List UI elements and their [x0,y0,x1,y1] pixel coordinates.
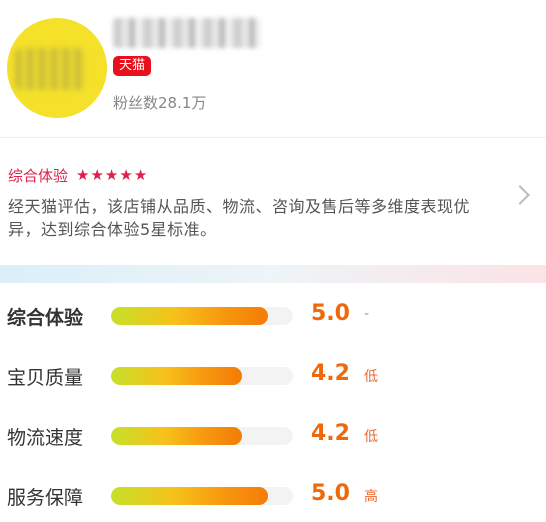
experience-title: 综合体验 [8,167,69,185]
follower-count: 粉丝数28.1万 [113,94,207,112]
star-icon: ★ [90,166,104,184]
shop-name-blurred [113,18,261,48]
shop-avatar[interactable] [7,18,107,118]
shop-header: 天猫 粉丝数28.1万 [0,0,546,137]
rating-bar-track [111,367,293,385]
experience-description: 经天猫评估，该店铺从品质、物流、咨询及售后等多维度表现优异，达到综合体验5星标准… [8,197,471,239]
rating-bar-track [111,307,293,325]
rating-label: 物流速度 [7,427,84,449]
rating-row-overall: 综合体验 5.0 - [0,295,546,335]
header-divider [0,137,546,138]
section-gradient-band [0,265,546,283]
rating-label: 服务保障 [7,487,84,509]
rating-bar-fill [111,487,268,505]
rating-score: 4.2 [311,421,350,446]
rating-bar-track [111,487,293,505]
rating-level: 低 [364,369,378,385]
avatar-blurred-logo [15,48,85,90]
overall-experience-card[interactable]: 综合体验 ★ ★ ★ ★ ★ 经天猫评估，该店铺从品质、物流、咨询及售后等多维度… [0,148,546,260]
star-icon: ★ [119,166,133,184]
rating-level: 高 [364,489,378,505]
rating-row-service: 服务保障 5.0 高 [0,475,546,515]
star-icon: ★ [76,166,90,184]
rating-bar-fill [111,427,243,445]
star-icon: ★ [104,166,119,184]
rating-level: 低 [364,429,378,445]
rating-score: 4.2 [311,361,350,386]
rating-label: 综合体验 [7,307,84,329]
rating-bar-fill [111,367,243,385]
rating-score: 5.0 [311,301,350,326]
chevron-right-icon[interactable] [510,185,530,205]
rating-bar-track [111,427,293,445]
experience-title-row: 综合体验 ★ ★ ★ ★ ★ [8,165,147,186]
tmall-badge: 天猫 [113,56,152,76]
star-rating: ★ ★ ★ ★ ★ [76,168,147,183]
rating-list: 综合体验 5.0 - 宝贝质量 4.2 低 物流速度 4.2 低 服务保障 5.… [0,283,546,522]
rating-score: 5.0 [311,481,350,506]
rating-bar-fill [111,307,268,325]
rating-level: - [364,306,370,322]
rating-row-logistics: 物流速度 4.2 低 [0,415,546,455]
star-icon: ★ [133,166,148,184]
rating-row-quality: 宝贝质量 4.2 低 [0,355,546,395]
rating-label: 宝贝质量 [7,367,84,389]
